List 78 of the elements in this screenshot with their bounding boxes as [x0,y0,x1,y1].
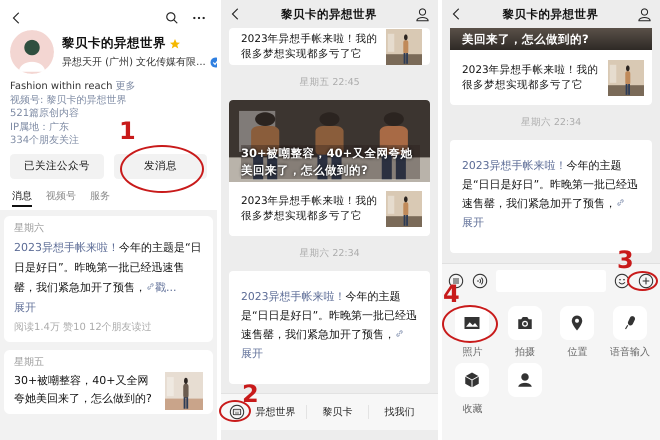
message-button[interactable]: 发消息 [114,154,207,179]
menu-item[interactable]: 异想世界 [256,407,296,418]
article-title: 30+被嘲整容，40+又全网夸她美回来了，怎么做到的? [14,372,153,407]
article-title: 2023年异想手帐来啦！我的很多梦想实现都多亏了它 [462,62,600,92]
more-link[interactable]: 更多 [116,81,136,92]
profile-icon[interactable] [415,6,430,22]
highlight-circle [627,271,658,291]
article-title: 2023年异想手帐来啦！我的很多梦想实现都多亏了它 [241,194,378,224]
message-time: 星期六 22:34 [299,247,360,260]
add-icon[interactable] [638,273,654,289]
article-title: 2023年异想手帐来啦！我的很多梦想实现都多亏了它 [241,32,378,62]
profile-tab[interactable]: 服务 [90,188,110,207]
tool-label: 照片 [462,346,482,359]
search-icon[interactable] [165,11,179,25]
highlight-circle [219,400,251,422]
link-icon [395,329,404,338]
channel-link[interactable]: 视频号: 黎贝卡的异想世界 [10,94,127,108]
keyboard-icon[interactable] [229,404,245,420]
profile-tab[interactable]: 消息 [12,188,32,207]
favorites-button[interactable] [455,363,490,397]
photo-button[interactable] [455,306,490,340]
post-stats: 阅读1.4万 赞10 12个朋友读过 [14,320,153,335]
read-link[interactable]: 戳... [146,280,176,294]
emoji-icon[interactable] [614,273,630,289]
camera-button[interactable] [508,306,542,340]
message-time: 星期五 22:45 [299,76,360,89]
contact-button[interactable] [508,363,542,397]
article-item[interactable]: 2023年异想手帐来啦！我的很多梦想实现都多亏了它 [229,28,430,65]
expand-link[interactable]: 展开 [14,300,36,314]
article-link[interactable]: 2023异想手帐来啦！ [241,290,346,303]
chat-title: 黎贝卡的异想世界 [502,6,598,22]
article-link[interactable]: 2023异想手帐来啦！ [462,159,566,172]
menu-item[interactable]: 黎贝卡 [322,407,352,418]
post-day: 星期五 [14,354,203,372]
account-name: 黎贝卡的异想世界 [62,35,166,52]
following-button[interactable]: 已关注公众号 [10,154,104,179]
article-count: 521篇原创内容 [10,107,80,121]
link-icon [616,198,625,207]
location-button[interactable] [560,306,594,340]
profile-tab[interactable]: 视频号 [46,188,76,207]
step-number: 1 [119,122,136,141]
star-icon [169,38,181,50]
step-number: 4 [443,285,460,304]
expand-link[interactable]: 展开 [241,347,263,360]
camera-icon [516,314,534,332]
person-icon [516,371,534,389]
article-item[interactable]: 2023年异想手帐来啦！我的很多梦想实现都多亏了它 [450,50,652,105]
ip-location: IP属地：广东 [10,120,69,134]
bio-text: Fashion within reach [10,81,112,92]
profile-icon[interactable] [637,6,652,22]
tool-label: 收藏 [462,403,482,416]
post-card[interactable]: 星期六 2023异想手帐来啦！今年的主题是“日日是好日”。昨晚第一批已经迅速售罄，我们紧急加开了预售， 戳... 展开 阅读1.4万 赞10 12个朋友读过 [4,216,213,342]
step-number: 3 [617,251,634,270]
voice-icon[interactable] [472,273,488,289]
friends-count: 334个朋友关注 [10,134,80,148]
menu-item[interactable]: 找我们 [384,407,414,418]
post-text: 2023异想手帐来啦！今年的主题是“日日是好日”。昨晚第一批已经迅速售罄，我们紧急加开了预售， [462,158,640,212]
message-time: 星期六 22:34 [520,116,582,129]
highlight-circle [442,305,498,343]
article-link[interactable]: 2023异想手帐来啦！ [14,240,119,254]
post-text: 2023异想手帐来啦！今年的主题是“日日是好日”。昨晚第一批已经迅速售罄，我们紧急加开了预售， [241,289,418,343]
expand-link[interactable]: 展开 [462,216,484,229]
tool-label: 语音输入 [610,346,650,359]
post-day: 星期六 [14,220,203,238]
tool-label: 拍摄 [514,346,535,359]
tool-label: 位置 [567,346,588,359]
step-number: 2 [242,385,259,404]
link-icon [146,282,155,291]
post-card[interactable]: 星期五 30+被嘲整容，40+又全网夸她美回来了，怎么做到的? [4,350,213,414]
chat-title: 黎贝卡的异想世界 [281,6,377,22]
post-text: 2023异想手帐来啦！今年的主题是“日日是好日”。昨晚第一批已经迅速售罄，我们紧急加开了预售， 戳... [14,240,203,296]
cube-icon [463,371,482,389]
company-name: 异想天开 (广州) 文化传媒有限... [62,56,206,69]
image-icon [463,314,482,332]
article-banner[interactable]: 美回来了，怎么做到的? [450,28,652,50]
message-card[interactable]: 2023异想手帐来啦！今年的主题是“日日是好日”。昨晚第一批已经迅速售罄，我们紧急加开了预售， 展开 [229,271,430,384]
voice-button[interactable] [612,306,647,340]
article-title: 美回来了，怎么做到的? [462,32,589,47]
